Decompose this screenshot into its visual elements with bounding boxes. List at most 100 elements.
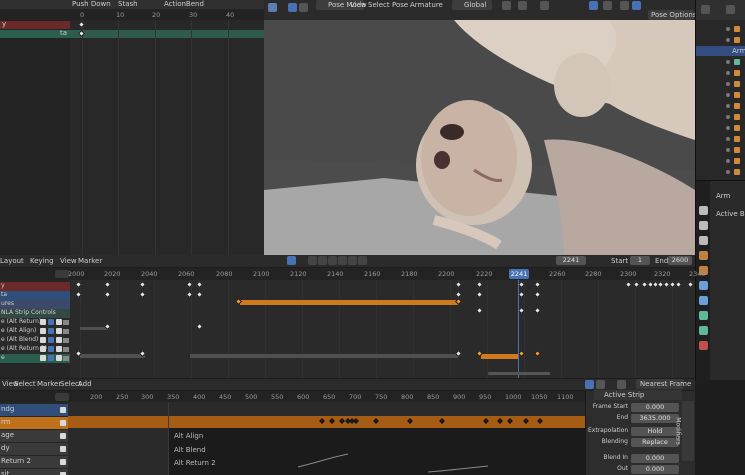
select-extend-icon[interactable] bbox=[299, 3, 308, 12]
xray-icon[interactable] bbox=[620, 1, 629, 10]
nla-strip-area[interactable] bbox=[70, 280, 695, 378]
nla-strip-inactive[interactable] bbox=[190, 354, 458, 358]
graph-ruler[interactable]: 200 250 300 350 400 450 500 550 600 650 700 750 800 8… bbox=[0, 391, 585, 402]
mute-checkbox[interactable] bbox=[40, 328, 46, 334]
keyframe[interactable] bbox=[533, 290, 542, 299]
outliner-row[interactable] bbox=[696, 24, 745, 34]
channel-checkbox[interactable] bbox=[60, 433, 66, 439]
graph-strip-area[interactable]: Alt Align Alt Blend Alt Return 2 bbox=[68, 402, 585, 475]
current-frame-indicator[interactable]: 2241 bbox=[509, 269, 529, 279]
visibility-icon[interactable] bbox=[734, 70, 740, 76]
graph-menu-select[interactable]: Select bbox=[14, 379, 36, 389]
menu-pose[interactable]: Pose bbox=[392, 0, 408, 10]
solo-checkbox[interactable] bbox=[56, 319, 62, 325]
snap-mode-dropdown[interactable]: Nearest Frame bbox=[636, 379, 691, 389]
shading-solid-icon[interactable] bbox=[632, 1, 641, 10]
graph-collapse-icon[interactable] bbox=[55, 393, 69, 401]
visibility-icon[interactable] bbox=[734, 59, 740, 65]
physics-tab-icon[interactable] bbox=[699, 296, 708, 305]
outliner-selected-row[interactable]: Arm bbox=[696, 46, 745, 56]
outliner-row[interactable] bbox=[696, 112, 745, 122]
graph-channel-row[interactable]: Return 2 bbox=[0, 456, 68, 468]
push-down-button[interactable]: Push Down bbox=[72, 0, 111, 9]
filter-icon[interactable] bbox=[701, 5, 710, 14]
nla-track-row[interactable]: e (Alt Return 2) bbox=[0, 345, 70, 354]
solo-checkbox[interactable] bbox=[56, 337, 62, 343]
keyframe[interactable] bbox=[533, 306, 542, 315]
outliner-row[interactable] bbox=[696, 167, 745, 177]
visibility-icon[interactable] bbox=[734, 81, 740, 87]
visibility-icon[interactable] bbox=[734, 92, 740, 98]
render-tab-icon[interactable] bbox=[699, 221, 708, 230]
keyframe[interactable] bbox=[103, 290, 112, 299]
graph-menu-marker[interactable]: Marker bbox=[37, 379, 61, 389]
visibility-icon[interactable] bbox=[734, 125, 740, 131]
end-frame-field[interactable]: 2600 bbox=[668, 256, 692, 265]
strip-field-value[interactable]: 0.000 bbox=[631, 454, 679, 463]
visibility-icon[interactable] bbox=[734, 169, 740, 175]
strip-field-value[interactable]: 0.000 bbox=[631, 465, 679, 474]
solo-checkbox[interactable] bbox=[56, 328, 62, 334]
snapping-icon[interactable] bbox=[585, 380, 594, 389]
outliner-row[interactable] bbox=[696, 101, 745, 111]
gizmo-icon[interactable] bbox=[603, 1, 612, 10]
action-name-field[interactable]: ActionBend bbox=[164, 0, 204, 9]
nla-track-row[interactable]: y bbox=[0, 282, 70, 291]
solo-checkbox[interactable] bbox=[56, 355, 62, 361]
dopesheet-top-ruler[interactable]: 0 10 20 30 40 bbox=[70, 9, 264, 20]
search-icon[interactable] bbox=[726, 5, 735, 14]
keyframe[interactable] bbox=[624, 280, 633, 289]
constraint-tab-icon[interactable] bbox=[699, 311, 708, 320]
nla-menu-keying[interactable]: Keying bbox=[30, 256, 54, 266]
keyframe[interactable] bbox=[195, 290, 204, 299]
keyframe[interactable] bbox=[77, 20, 86, 29]
nla-strip-inactive[interactable] bbox=[80, 354, 145, 358]
nla-collapse-icon[interactable] bbox=[55, 270, 69, 278]
keyframe[interactable] bbox=[454, 280, 463, 289]
keyframe[interactable] bbox=[138, 290, 147, 299]
lock-checkbox[interactable] bbox=[48, 355, 54, 361]
nla-ruler[interactable]: 2000 2020 2040 2060 2080 2100 2120 2140 2160 2180… bbox=[0, 268, 706, 280]
select-box-icon[interactable] bbox=[288, 3, 297, 12]
output-tab-icon[interactable] bbox=[699, 236, 708, 245]
graph-menu-add[interactable]: Add bbox=[78, 379, 92, 389]
graph-channel-row[interactable]: dy bbox=[0, 443, 68, 455]
outliner-row[interactable] bbox=[696, 57, 745, 67]
keyframe[interactable] bbox=[195, 322, 204, 331]
keyframe[interactable] bbox=[475, 280, 484, 289]
solo-checkbox[interactable] bbox=[56, 346, 62, 352]
visibility-icon[interactable] bbox=[734, 103, 740, 109]
nla-strip-inactive[interactable] bbox=[80, 327, 108, 330]
channel-checkbox[interactable] bbox=[60, 459, 66, 465]
outliner-row[interactable] bbox=[696, 68, 745, 78]
dopesheet-top-keyframe-area[interactable] bbox=[70, 20, 264, 255]
scene-tab-icon[interactable] bbox=[699, 251, 708, 260]
nla-menu-layout[interactable]: Layout bbox=[0, 256, 24, 266]
menu-view[interactable]: View bbox=[350, 0, 367, 10]
tool-tab-icon[interactable] bbox=[699, 206, 708, 215]
outliner-row[interactable] bbox=[696, 156, 745, 166]
active-strip-section[interactable]: Active Strip bbox=[594, 390, 682, 400]
jump-start-icon[interactable] bbox=[308, 256, 317, 265]
autokey-icon[interactable] bbox=[287, 256, 296, 265]
keyframe[interactable] bbox=[686, 280, 695, 289]
strip-field-value[interactable]: 0.000 bbox=[631, 403, 679, 412]
nla-menu-marker[interactable]: Marker bbox=[78, 256, 102, 266]
mute-checkbox[interactable] bbox=[40, 319, 46, 325]
viewport-3d[interactable] bbox=[264, 20, 695, 255]
nla-strip-action[interactable] bbox=[240, 300, 458, 305]
proportional-edit-icon[interactable] bbox=[540, 1, 549, 10]
lock-checkbox[interactable] bbox=[48, 337, 54, 343]
play-reverse-icon[interactable] bbox=[328, 256, 337, 265]
play-icon[interactable] bbox=[338, 256, 347, 265]
pivot-icon[interactable] bbox=[502, 1, 511, 10]
pose-options-dropdown[interactable]: Pose Options bbox=[648, 10, 696, 20]
mute-checkbox[interactable] bbox=[40, 337, 46, 343]
mute-checkbox[interactable] bbox=[40, 346, 46, 352]
modifier-tab-icon[interactable] bbox=[699, 281, 708, 290]
channel-checkbox[interactable] bbox=[60, 446, 66, 452]
visibility-icon[interactable] bbox=[734, 37, 740, 43]
editor-type-icon[interactable] bbox=[268, 3, 277, 12]
stash-button[interactable]: Stash bbox=[118, 0, 138, 9]
outliner-row[interactable] bbox=[696, 134, 745, 144]
